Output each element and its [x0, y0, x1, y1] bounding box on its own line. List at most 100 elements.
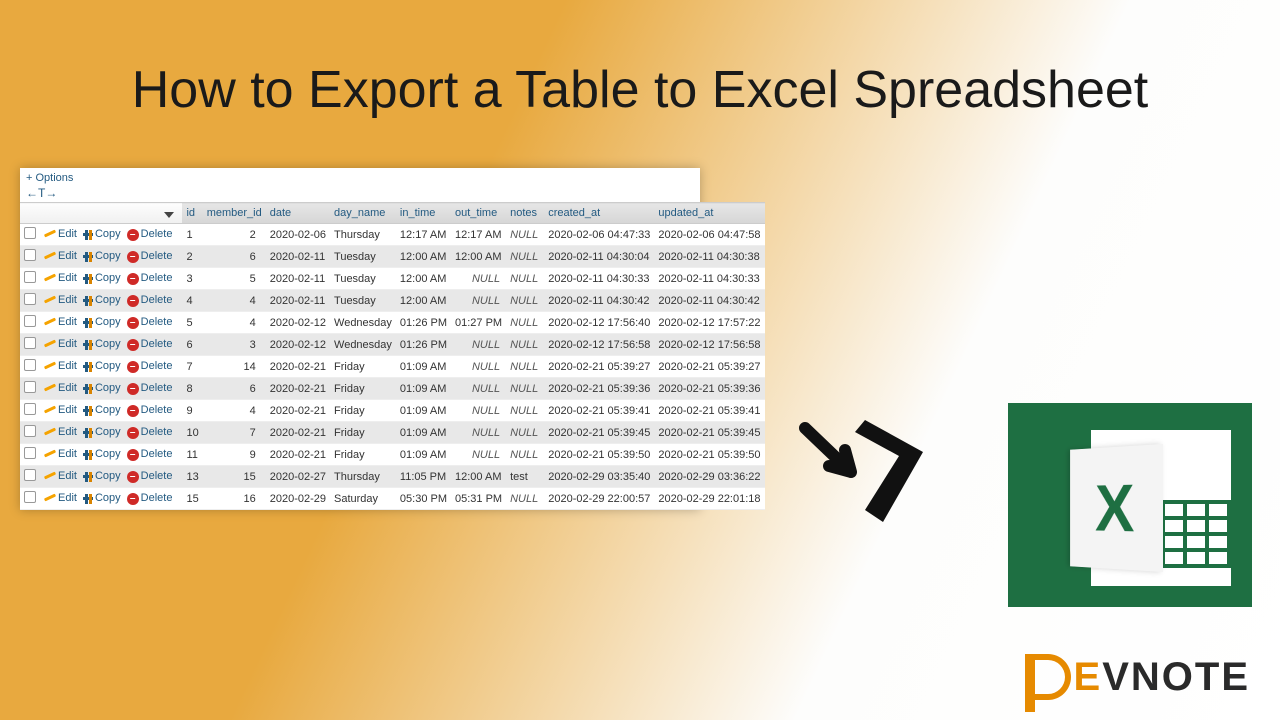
- copy-link[interactable]: Copy: [83, 426, 121, 438]
- row-checkbox[interactable]: [24, 447, 36, 459]
- copy-icon: [83, 494, 93, 504]
- pencil-icon: [44, 362, 56, 370]
- col-date[interactable]: date: [266, 203, 330, 224]
- logo-text: EVNOTE: [1074, 655, 1250, 700]
- sort-desc-icon[interactable]: [164, 212, 174, 218]
- pencil-icon: [44, 472, 56, 480]
- delete-link[interactable]: –Delete: [127, 492, 173, 504]
- copy-link[interactable]: Copy: [83, 382, 121, 394]
- row-checkbox[interactable]: [24, 315, 36, 327]
- col-notes[interactable]: notes: [506, 203, 544, 224]
- delete-link[interactable]: –Delete: [127, 228, 173, 240]
- row-checkbox[interactable]: [24, 249, 36, 261]
- row-checkbox[interactable]: [24, 337, 36, 349]
- table-row: EditCopy–Delete13152020-02-27Thursday11:…: [20, 466, 765, 488]
- col-member-id[interactable]: member_id: [203, 203, 266, 224]
- col-updated-at[interactable]: updated_at: [654, 203, 764, 224]
- page-title: How to Export a Table to Excel Spreadshe…: [0, 60, 1280, 120]
- delete-link[interactable]: –Delete: [127, 382, 173, 394]
- copy-icon: [83, 472, 93, 482]
- options-link[interactable]: + Options: [20, 168, 700, 186]
- edit-link[interactable]: Edit: [44, 294, 77, 306]
- copy-icon: [83, 340, 93, 350]
- copy-link[interactable]: Copy: [83, 294, 121, 306]
- pencil-icon: [44, 450, 56, 458]
- delete-link[interactable]: –Delete: [127, 426, 173, 438]
- copy-icon: [83, 252, 93, 262]
- row-checkbox[interactable]: [24, 359, 36, 371]
- delete-link[interactable]: –Delete: [127, 316, 173, 328]
- delete-icon: –: [127, 471, 139, 483]
- edit-link[interactable]: Edit: [44, 448, 77, 460]
- delete-icon: –: [127, 295, 139, 307]
- edit-link[interactable]: Edit: [44, 228, 77, 240]
- table-row: EditCopy–Delete542020-02-12Wednesday01:2…: [20, 312, 765, 334]
- pencil-icon: [44, 230, 56, 238]
- edit-link[interactable]: Edit: [44, 470, 77, 482]
- col-id[interactable]: id: [182, 203, 202, 224]
- copy-icon: [83, 384, 93, 394]
- copy-icon: [83, 296, 93, 306]
- row-checkbox[interactable]: [24, 403, 36, 415]
- row-checkbox[interactable]: [24, 381, 36, 393]
- copy-icon: [83, 362, 93, 372]
- pencil-icon: [44, 428, 56, 436]
- copy-link[interactable]: Copy: [83, 316, 121, 328]
- logo-d-icon: [1025, 654, 1071, 700]
- row-checkbox[interactable]: [24, 227, 36, 239]
- delete-icon: –: [127, 229, 139, 241]
- delete-link[interactable]: –Delete: [127, 448, 173, 460]
- edit-link[interactable]: Edit: [44, 250, 77, 262]
- copy-icon: [83, 318, 93, 328]
- delete-icon: –: [127, 493, 139, 505]
- pencil-icon: [44, 340, 56, 348]
- table-row: EditCopy–Delete15162020-02-29Saturday05:…: [20, 488, 765, 510]
- delete-link[interactable]: –Delete: [127, 250, 173, 262]
- copy-icon: [83, 450, 93, 460]
- delete-link[interactable]: –Delete: [127, 272, 173, 284]
- row-checkbox[interactable]: [24, 425, 36, 437]
- delete-icon: –: [127, 251, 139, 263]
- copy-link[interactable]: Copy: [83, 272, 121, 284]
- copy-link[interactable]: Copy: [83, 404, 121, 416]
- table-row: EditCopy–Delete122020-02-06Thursday12:17…: [20, 224, 765, 246]
- delete-link[interactable]: –Delete: [127, 404, 173, 416]
- table-row: EditCopy–Delete7142020-02-21Friday01:09 …: [20, 356, 765, 378]
- edit-link[interactable]: Edit: [44, 360, 77, 372]
- delete-icon: –: [127, 273, 139, 285]
- edit-link[interactable]: Edit: [44, 426, 77, 438]
- table-row: EditCopy–Delete352020-02-11Tuesday12:00 …: [20, 268, 765, 290]
- copy-link[interactable]: Copy: [83, 360, 121, 372]
- pencil-icon: [44, 274, 56, 282]
- edit-link[interactable]: Edit: [44, 404, 77, 416]
- delete-icon: –: [127, 449, 139, 461]
- delete-link[interactable]: –Delete: [127, 338, 173, 350]
- copy-link[interactable]: Copy: [83, 448, 121, 460]
- col-in-time[interactable]: in_time: [396, 203, 451, 224]
- col-day-name[interactable]: day_name: [330, 203, 396, 224]
- col-out-time[interactable]: out_time: [451, 203, 506, 224]
- row-checkbox[interactable]: [24, 293, 36, 305]
- copy-link[interactable]: Copy: [83, 338, 121, 350]
- sort-arrows-row[interactable]: ←T→: [20, 186, 700, 202]
- copy-link[interactable]: Copy: [83, 470, 121, 482]
- edit-link[interactable]: Edit: [44, 316, 77, 328]
- copy-link[interactable]: Copy: [83, 250, 121, 262]
- delete-icon: –: [127, 427, 139, 439]
- copy-link[interactable]: Copy: [83, 492, 121, 504]
- copy-link[interactable]: Copy: [83, 228, 121, 240]
- edit-link[interactable]: Edit: [44, 272, 77, 284]
- delete-link[interactable]: –Delete: [127, 360, 173, 372]
- edit-link[interactable]: Edit: [44, 338, 77, 350]
- pencil-icon: [44, 318, 56, 326]
- edit-link[interactable]: Edit: [44, 382, 77, 394]
- table-row: EditCopy–Delete942020-02-21Friday01:09 A…: [20, 400, 765, 422]
- row-checkbox[interactable]: [24, 469, 36, 481]
- row-checkbox[interactable]: [24, 491, 36, 503]
- edit-link[interactable]: Edit: [44, 492, 77, 504]
- row-checkbox[interactable]: [24, 271, 36, 283]
- table-row: EditCopy–Delete442020-02-11Tuesday12:00 …: [20, 290, 765, 312]
- delete-link[interactable]: –Delete: [127, 294, 173, 306]
- col-created-at[interactable]: created_at: [544, 203, 654, 224]
- delete-link[interactable]: –Delete: [127, 470, 173, 482]
